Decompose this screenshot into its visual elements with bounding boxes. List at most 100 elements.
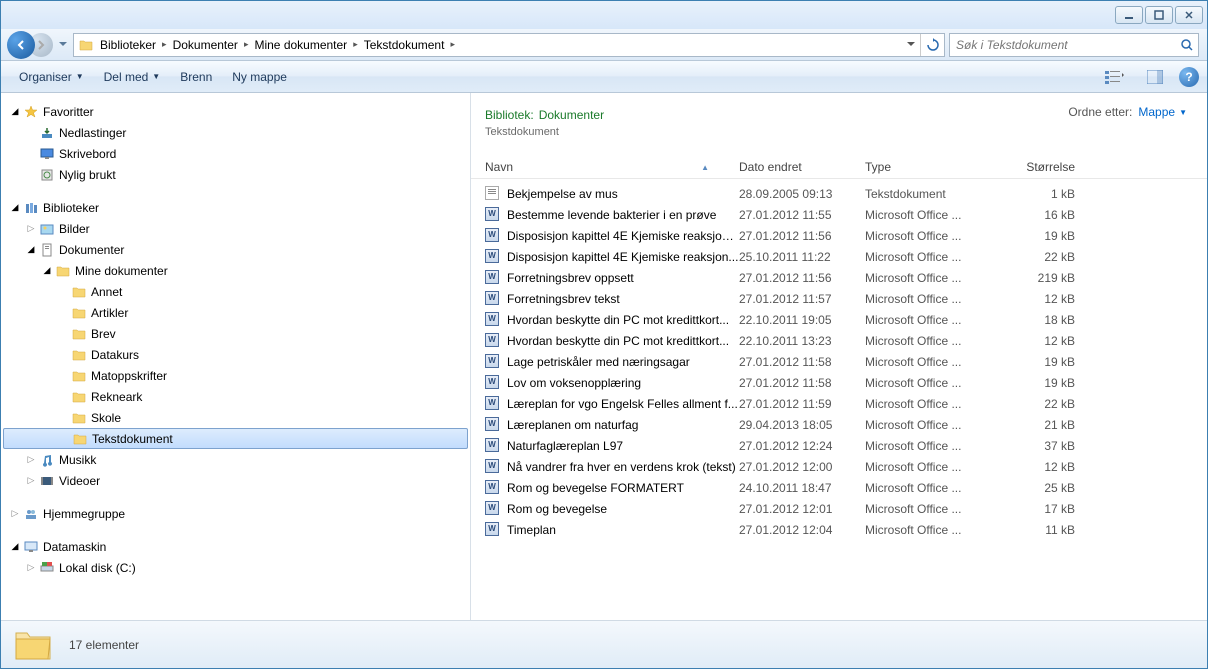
tree-folder-item[interactable]: Annet	[1, 281, 470, 302]
tree-documents[interactable]: ◢Dokumenter	[1, 239, 470, 260]
tree-folder-item[interactable]: Tekstdokument	[3, 428, 468, 449]
file-type: Microsoft Office ...	[865, 397, 995, 411]
file-row[interactable]: WNaturfaglæreplan L9727.01.2012 12:24Mic…	[485, 435, 1193, 456]
preview-pane-button[interactable]	[1139, 66, 1171, 88]
history-dropdown[interactable]	[57, 35, 69, 55]
word-file-icon: W	[485, 438, 499, 452]
col-date[interactable]: Dato endret	[739, 160, 865, 174]
tree-my-documents[interactable]: ◢Mine dokumenter	[1, 260, 470, 281]
organize-button[interactable]: Organiser▼	[9, 65, 94, 89]
file-row[interactable]: WDisposisjon kapittel 4E Kjemiske reaksj…	[485, 246, 1193, 267]
file-date: 27.01.2012 11:55	[739, 208, 865, 222]
tree-label: Tekstdokument	[92, 432, 173, 446]
col-name[interactable]: Navn▲	[485, 160, 739, 174]
refresh-button[interactable]	[920, 34, 944, 56]
file-name: Bekjempelse av mus	[507, 187, 739, 201]
file-row[interactable]: WForretningsbrev oppsett27.01.2012 11:56…	[485, 267, 1193, 288]
file-name: Timeplan	[507, 523, 739, 537]
back-button[interactable]	[7, 31, 35, 59]
tree-libraries[interactable]: ◢Biblioteker	[1, 197, 470, 218]
help-button[interactable]: ?	[1179, 67, 1199, 87]
search-icon[interactable]	[1176, 34, 1198, 56]
tree-downloads[interactable]: Nedlastinger	[1, 122, 470, 143]
tree-favorites[interactable]: ◢Favoritter	[1, 101, 470, 122]
tree-label: Datakurs	[91, 348, 139, 362]
view-mode-button[interactable]	[1099, 66, 1131, 88]
col-type[interactable]: Type	[865, 160, 995, 174]
tree-local-disk[interactable]: ▷Lokal disk (C:)	[1, 557, 470, 578]
word-file-icon: W	[485, 207, 499, 221]
tree-folder-item[interactable]: Brev	[1, 323, 470, 344]
breadcrumb-item[interactable]: Dokumenter	[169, 34, 242, 56]
file-type: Microsoft Office ...	[865, 481, 995, 495]
tree-music[interactable]: ▷Musikk	[1, 449, 470, 470]
file-size: 19 kB	[995, 229, 1075, 243]
tree-label: Lokal disk (C:)	[59, 561, 136, 575]
chevron-right-icon[interactable]: ▸	[160, 39, 169, 50]
file-row[interactable]: WForretningsbrev tekst27.01.2012 11:57Mi…	[485, 288, 1193, 309]
breadcrumb-item[interactable]: Mine dokumenter	[250, 34, 351, 56]
column-headers[interactable]: Navn▲ Dato endret Type Størrelse	[471, 154, 1207, 179]
minimize-button[interactable]	[1115, 6, 1143, 24]
tree-folder-item[interactable]: Datakurs	[1, 344, 470, 365]
file-row[interactable]: WHvordan beskytte din PC mot kredittkort…	[485, 330, 1193, 351]
file-type: Microsoft Office ...	[865, 439, 995, 453]
word-file-icon: W	[485, 291, 499, 305]
address-bar[interactable]: Biblioteker▸Dokumenter▸Mine dokumenter▸T…	[73, 33, 945, 57]
maximize-button[interactable]	[1145, 6, 1173, 24]
search-input[interactable]	[950, 38, 1176, 52]
tree-computer[interactable]: ◢Datamaskin	[1, 536, 470, 557]
file-row[interactable]: WLov om voksenopplæring27.01.2012 11:58M…	[485, 372, 1193, 393]
burn-button[interactable]: Brenn	[170, 65, 222, 89]
file-size: 25 kB	[995, 481, 1075, 495]
file-size: 12 kB	[995, 292, 1075, 306]
file-row[interactable]: WTimeplan27.01.2012 12:04Microsoft Offic…	[485, 519, 1193, 540]
file-row[interactable]: WHvordan beskytte din PC mot kredittkort…	[485, 309, 1193, 330]
file-date: 27.01.2012 11:58	[739, 376, 865, 390]
file-row[interactable]: WLæreplan for vgo Engelsk Felles allment…	[485, 393, 1193, 414]
breadcrumb-item[interactable]: Tekstdokument	[360, 34, 449, 56]
file-type: Microsoft Office ...	[865, 292, 995, 306]
file-type: Microsoft Office ...	[865, 250, 995, 264]
file-size: 17 kB	[995, 502, 1075, 516]
file-row[interactable]: W Bestemme levende bakterier i en prøve27…	[485, 204, 1193, 225]
tree-label: Musikk	[59, 453, 96, 467]
file-date: 27.01.2012 12:00	[739, 460, 865, 474]
tree-recent[interactable]: Nylig brukt	[1, 164, 470, 185]
tree-folder-item[interactable]: Skole	[1, 407, 470, 428]
tree-folder-item[interactable]: Matoppskrifter	[1, 365, 470, 386]
new-folder-button[interactable]: Ny mappe	[222, 65, 297, 89]
file-name: Bestemme levende bakterier i en prøve	[507, 208, 739, 222]
tree-folder-item[interactable]: Artikler	[1, 302, 470, 323]
address-dropdown[interactable]	[902, 34, 920, 56]
tree-label: Matoppskrifter	[91, 369, 167, 383]
file-row[interactable]: Bekjempelse av mus28.09.2005 09:13Tekstd…	[485, 183, 1193, 204]
word-file-icon: W	[485, 501, 499, 515]
file-row[interactable]: WLæreplanen om naturfag29.04.2013 18:05M…	[485, 414, 1193, 435]
recent-icon	[39, 167, 55, 183]
navigation-pane[interactable]: ◢Favoritter Nedlastinger Skrivebord Nyli…	[1, 93, 471, 620]
close-button[interactable]	[1175, 6, 1203, 24]
file-date: 22.10.2011 19:05	[739, 313, 865, 327]
chevron-right-icon[interactable]: ▸	[351, 39, 360, 50]
file-type: Microsoft Office ...	[865, 229, 995, 243]
file-row[interactable]: WDisposisjon kapittel 4E Kjemiske reaksj…	[485, 225, 1193, 246]
breadcrumb-item[interactable]: Biblioteker	[96, 34, 160, 56]
tree-homegroup[interactable]: ▷Hjemmegruppe	[1, 503, 470, 524]
arrange-value[interactable]: Mappe▼	[1138, 105, 1187, 119]
tree-folder-item[interactable]: Rekneark	[1, 386, 470, 407]
chevron-right-icon[interactable]: ▸	[448, 39, 457, 50]
chevron-right-icon[interactable]: ▸	[242, 39, 251, 50]
tree-pictures[interactable]: ▷Bilder	[1, 218, 470, 239]
file-row[interactable]: WRom og bevegelse27.01.2012 12:01Microso…	[485, 498, 1193, 519]
file-row[interactable]: WNå vandrer fra hver en verdens krok (te…	[485, 456, 1193, 477]
file-row[interactable]: WRom og bevegelse FORMATERT24.10.2011 18…	[485, 477, 1193, 498]
folder-large-icon	[13, 627, 53, 663]
tree-videos[interactable]: ▷Videoer	[1, 470, 470, 491]
word-file-icon: W	[485, 312, 499, 326]
share-button[interactable]: Del med▼	[94, 65, 171, 89]
file-row[interactable]: WLage petriskåler med næringsagar27.01.2…	[485, 351, 1193, 372]
col-size[interactable]: Størrelse	[995, 160, 1075, 174]
search-box[interactable]	[949, 33, 1199, 57]
tree-desktop[interactable]: Skrivebord	[1, 143, 470, 164]
